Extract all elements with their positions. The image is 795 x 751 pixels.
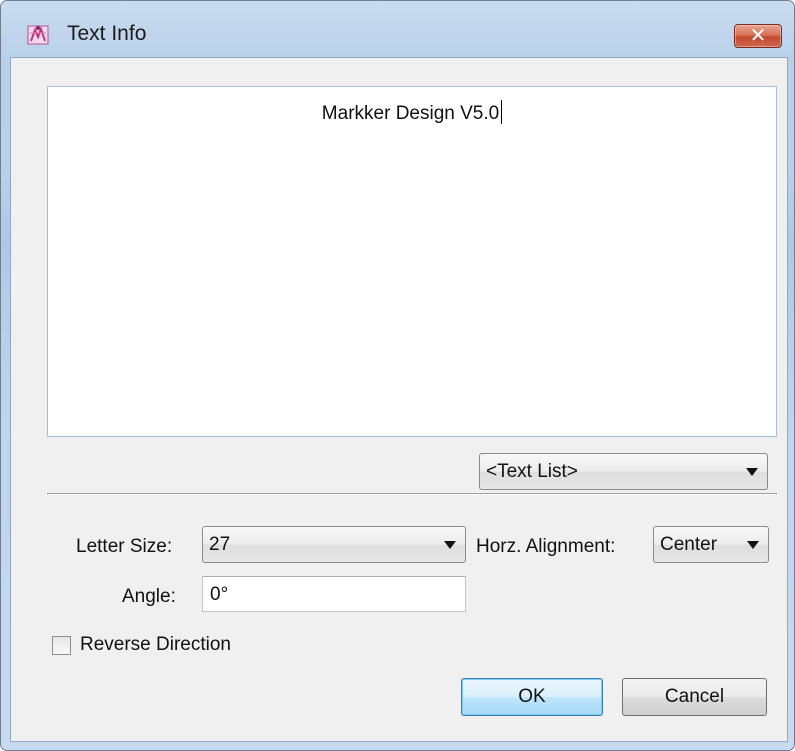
text-list-dropdown[interactable]: <Text List> <box>479 453 768 490</box>
chevron-down-icon <box>444 541 456 549</box>
text-caret <box>501 100 503 124</box>
dialog-body: Markker Design V5.0 <Text List> Letter S… <box>10 57 788 742</box>
title-bar[interactable]: Text Info ✕ <box>1 1 794 48</box>
window-title: Text Info <box>67 22 147 45</box>
close-icon: ✕ <box>749 23 767 47</box>
horz-alignment-value: Center <box>660 534 718 555</box>
chevron-down-icon <box>746 468 758 476</box>
letter-size-value: 27 <box>209 534 231 555</box>
angle-input[interactable]: 0° <box>202 576 466 612</box>
app-logo-icon <box>27 23 49 45</box>
angle-value: 0° <box>210 584 229 605</box>
separator <box>47 493 777 495</box>
text-editor[interactable]: Markker Design V5.0 <box>47 86 777 437</box>
reverse-direction-checkbox[interactable] <box>52 636 71 655</box>
text-info-dialog: Text Info ✕ Markker Design V5.0 <Text Li… <box>0 0 795 751</box>
chevron-down-icon <box>747 541 759 549</box>
horz-alignment-label: Horz. Alignment: <box>476 536 616 557</box>
angle-label: Angle: <box>122 586 176 607</box>
ok-button[interactable]: OK <box>461 678 603 716</box>
letter-size-label: Letter Size: <box>76 536 173 557</box>
horz-alignment-dropdown[interactable]: Center <box>653 526 769 563</box>
letter-size-dropdown[interactable]: 27 <box>202 526 466 563</box>
text-editor-value: Markker Design V5.0 <box>321 103 500 124</box>
reverse-direction-label[interactable]: Reverse Direction <box>80 634 231 656</box>
text-editor-content: Markker Design V5.0 <box>48 100 776 125</box>
cancel-button[interactable]: Cancel <box>622 678 767 716</box>
close-button[interactable]: ✕ <box>734 23 782 48</box>
text-list-value: <Text List> <box>486 461 578 482</box>
